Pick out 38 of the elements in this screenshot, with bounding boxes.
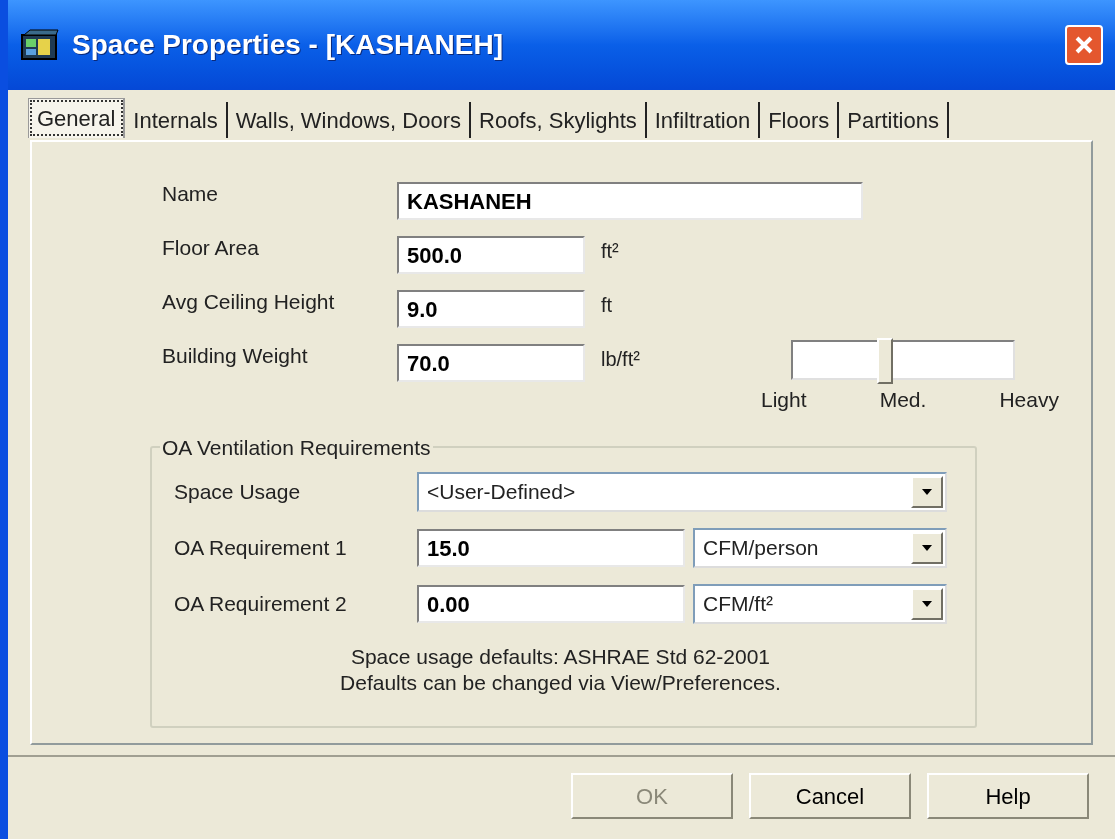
help-button[interactable]: Help: [927, 773, 1089, 819]
slider-tick-label: Heavy: [999, 387, 1059, 413]
slider-tick-label: Med.: [879, 387, 927, 413]
caret-icon: [921, 600, 933, 608]
close-icon: [1074, 35, 1094, 55]
input-field[interactable]: 15.0: [417, 529, 685, 567]
dropdown[interactable]: CFM/person: [693, 528, 947, 568]
cancel-button[interactable]: Cancel: [749, 773, 911, 819]
input-field[interactable]: 0.00: [417, 585, 685, 623]
field-label: OA Requirement 2: [174, 591, 348, 618]
unit-label: ft²: [601, 239, 619, 264]
unit-label: lb/ft²: [601, 347, 640, 372]
dropdown-button[interactable]: [911, 476, 943, 508]
dropdown-button[interactable]: [911, 588, 943, 620]
field-label: Avg Ceiling Height: [162, 289, 336, 315]
field-label: Floor Area: [162, 235, 260, 261]
field-label: Space Usage: [174, 479, 302, 506]
unit-label: ft: [601, 293, 613, 318]
dropdown[interactable]: CFM/ft²: [693, 584, 947, 624]
input-field[interactable]: 70.0: [397, 344, 585, 382]
dropdown[interactable]: <User-Defined>: [417, 472, 947, 512]
field-label: Name: [162, 181, 220, 207]
name-field[interactable]: KASHANEH: [397, 182, 863, 220]
caret-icon: [921, 488, 933, 496]
tab[interactable]: General: [28, 98, 126, 138]
window-title: Space Properties - [KASHANEH]: [72, 28, 504, 62]
close-button[interactable]: [1065, 25, 1103, 65]
field-label: OA Requirement 1: [174, 535, 348, 562]
note-text: Defaults can be changed via View/Preferences.: [340, 670, 781, 696]
slider-thumb[interactable]: [877, 338, 894, 384]
app-icon: [20, 29, 60, 61]
field-label: Building Weight: [162, 343, 309, 369]
input-field[interactable]: 9.0: [397, 290, 585, 328]
dropdown-button[interactable]: [911, 532, 943, 564]
caret-icon: [921, 544, 933, 552]
input-field[interactable]: 500.0: [397, 236, 585, 274]
note-text: Space usage defaults: ASHRAE Std 62-2001: [350, 644, 771, 670]
slider-tick-label: Light: [761, 387, 807, 413]
